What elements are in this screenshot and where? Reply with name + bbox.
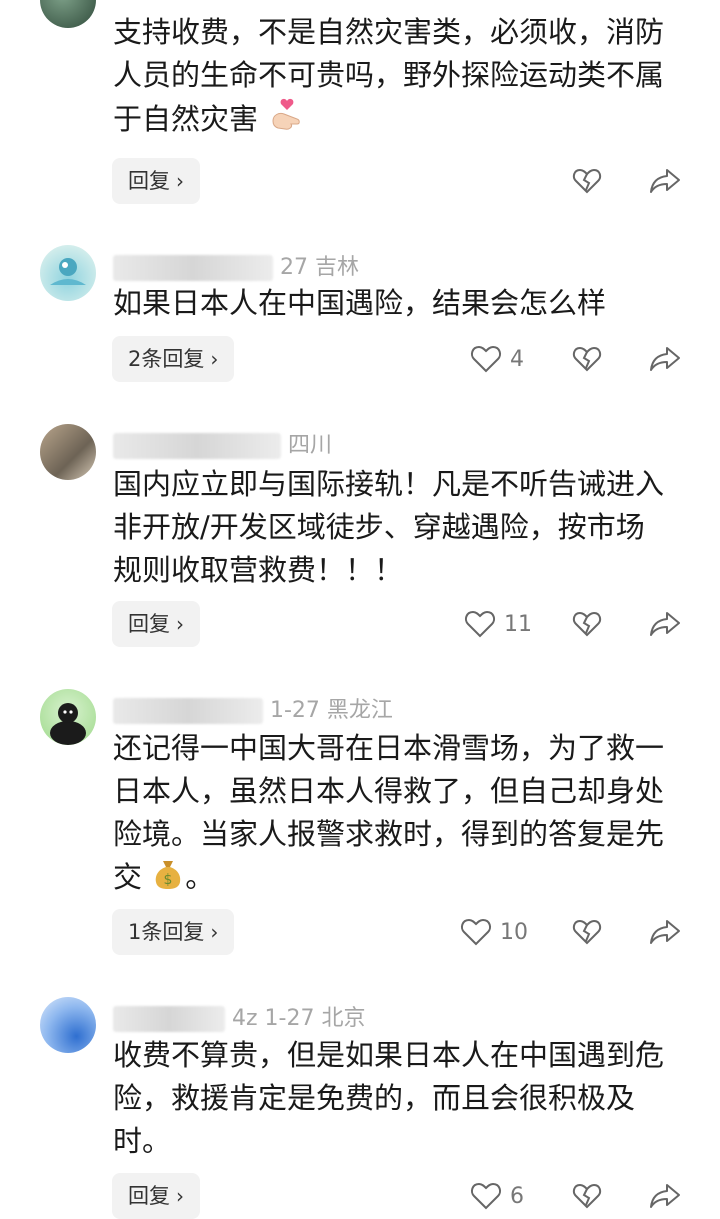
comment-text: 支持收费，不是自然灾害类，必须收，消防人员的生命不可贵吗，野外探险运动类不属于自… [113, 11, 673, 145]
share-arrow-icon[interactable] [649, 917, 681, 947]
comment-text: 收费不算贵，但是如果日本人在中国遇到危险，救援肯定是免费的，而且会很积极及时。 [113, 1038, 665, 1158]
comment-actions: 11 [0, 601, 720, 647]
comment-actions: 4 [0, 336, 720, 382]
share-arrow-icon[interactable] [649, 166, 681, 196]
broken-heart-icon[interactable] [572, 166, 602, 196]
username-redacted [113, 1006, 225, 1032]
like-button[interactable]: 11 [464, 601, 532, 647]
heart-outline-icon [460, 917, 492, 947]
comment-text: 还记得一中国大哥在日本滑雪场，为了救一日本人，虽然日本人得救了，但自己却身处险境… [113, 727, 673, 903]
svg-text:$: $ [164, 872, 173, 888]
share-arrow-icon[interactable] [649, 1181, 681, 1211]
broken-heart-icon[interactable] [572, 344, 602, 374]
comment-actions [0, 158, 720, 204]
comment-meta: 1-27 黑龙江 [113, 692, 393, 724]
finger-heart-emoji-icon [267, 97, 303, 145]
like-count: 4 [510, 346, 524, 372]
heart-outline-icon [470, 344, 502, 374]
broken-heart-icon[interactable] [572, 1181, 602, 1211]
like-count: 10 [500, 919, 528, 945]
comment-meta: 27 吉林 [113, 249, 359, 281]
username-redacted [113, 255, 273, 281]
money-bag-emoji-icon: $ [151, 857, 185, 903]
comment-meta: 4z 1-27 北京 [113, 1000, 365, 1032]
username-redacted [113, 433, 281, 459]
avatar[interactable] [40, 997, 96, 1053]
comment-text: 如果日本人在中国遇险，结果会怎么样 [113, 286, 607, 320]
like-button[interactable]: 10 [460, 909, 528, 955]
username-redacted [113, 698, 263, 724]
avatar[interactable] [40, 689, 96, 745]
heart-outline-icon [470, 1181, 502, 1211]
broken-heart-icon[interactable] [572, 917, 602, 947]
broken-heart-icon[interactable] [572, 609, 602, 639]
comment-text: 国内应立即与国际接轨！凡是不听告诫进入非开放/开发区域徒步、穿越遇险，按市场规则… [113, 467, 665, 587]
like-button[interactable]: 6 [470, 1173, 524, 1219]
like-button[interactable]: 4 [470, 336, 524, 382]
like-count: 11 [504, 611, 532, 637]
comment-meta: 四川 [113, 427, 332, 459]
comment-actions: 10 [0, 909, 720, 955]
avatar[interactable] [40, 0, 96, 28]
like-count: 6 [510, 1183, 524, 1209]
share-arrow-icon[interactable] [649, 344, 681, 374]
avatar[interactable] [40, 245, 96, 301]
avatar[interactable] [40, 424, 96, 480]
share-arrow-icon[interactable] [649, 609, 681, 639]
comment-actions: 6 [0, 1173, 720, 1219]
heart-outline-icon [464, 609, 496, 639]
